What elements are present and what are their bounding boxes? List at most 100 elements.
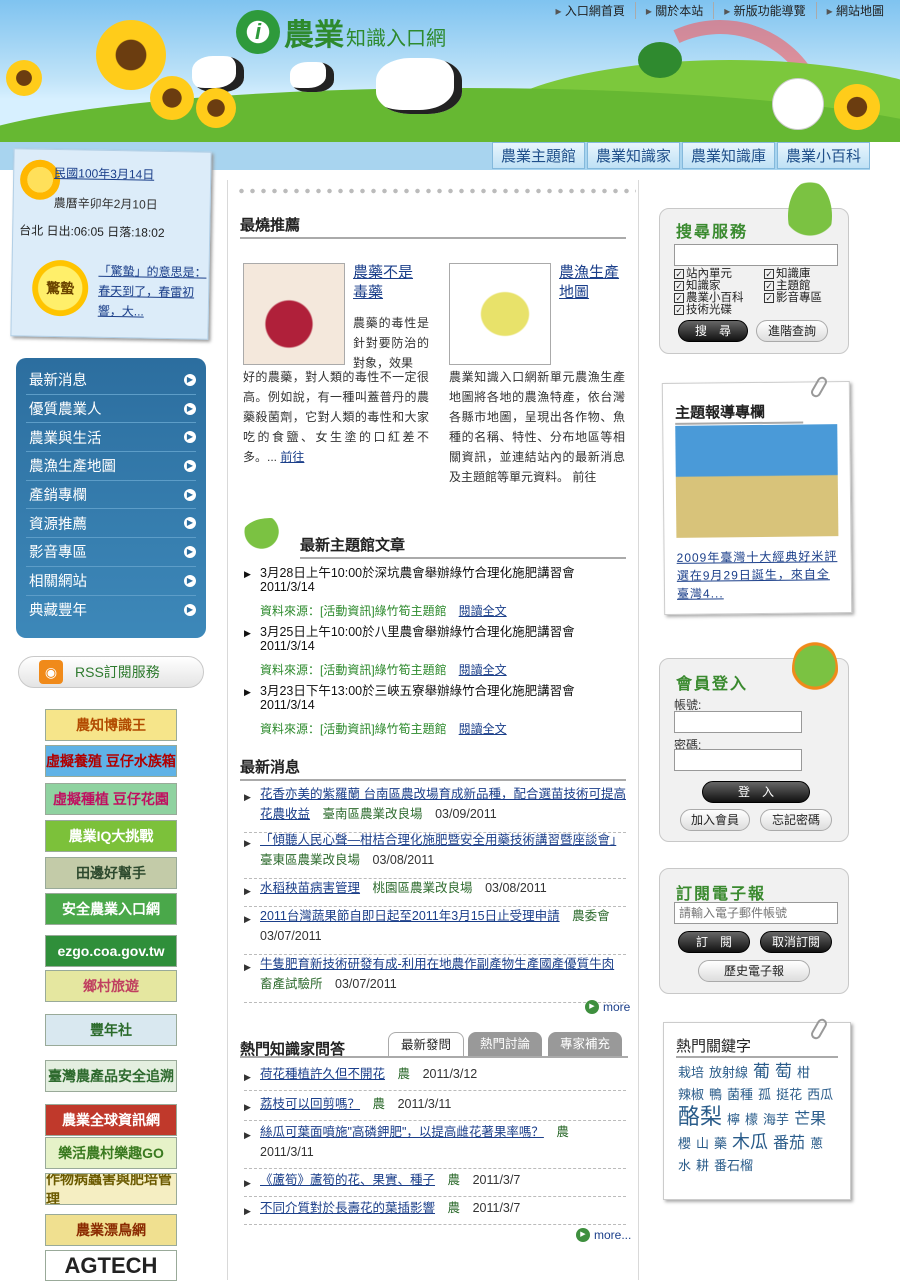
keyword-link[interactable]: 番茄 [773, 1133, 805, 1155]
keyword-link[interactable]: 櫻 [678, 1133, 691, 1155]
menu-item-related-sites[interactable]: 相關網站 ▶ [26, 567, 196, 596]
menu-item-archive[interactable]: 典藏豐年 ▶ [26, 596, 196, 625]
toplink-guide[interactable]: 新版功能導覽 [713, 2, 815, 19]
search-button[interactable]: 搜 尋 [678, 320, 748, 342]
theme-article-title[interactable]: 3月25日上午10:00於八里農會舉辦綠竹合理化施肥講習會 2011/3/14 [244, 625, 624, 653]
keyword-link[interactable]: 栽培 [678, 1062, 704, 1084]
search-option[interactable]: ✓ 主題館 [764, 280, 844, 292]
nav-tab-knowledge-base[interactable]: 農業知識庫 [681, 142, 775, 169]
keyword-link[interactable]: 木瓜 [732, 1131, 768, 1153]
feature-image[interactable] [675, 424, 839, 538]
banner-link[interactable]: 安全農業入口網 [45, 893, 177, 925]
keyword-link[interactable]: 番石榴 [714, 1155, 753, 1177]
banner-link[interactable]: 豐年社 [45, 1014, 177, 1046]
qa-more-link[interactable]: more... [576, 1228, 631, 1242]
hot-item-title[interactable]: 農藥不是毒藥 [353, 263, 423, 303]
unsubscribe-button[interactable]: 取消訂閱 [760, 931, 832, 953]
password-input[interactable] [674, 749, 802, 771]
solar-term-text[interactable]: 「驚蟄」的意思是：春天到了，春雷初響，大... [98, 261, 209, 323]
keyword-link[interactable]: 菌種 [727, 1084, 753, 1106]
banner-link[interactable]: 農知博識王 [45, 709, 177, 741]
keyword-link[interactable]: 水 [678, 1155, 691, 1177]
feature-caption-link[interactable]: 2009年臺灣十大經典好米評選在9月29日誕生，來自全臺灣4... [677, 547, 840, 603]
search-option[interactable]: ✓ 農業小百科 [674, 292, 764, 304]
news-title-link[interactable]: 牛隻肥育新技術研發有成-利用在地農作副產物生產國產優質牛肉 [260, 957, 614, 971]
keyword-link[interactable]: 孤 [758, 1084, 771, 1106]
nav-tab-encyclopedia[interactable]: 農業小百科 [776, 142, 870, 169]
site-logo[interactable]: i 農業 知識入口網 [236, 10, 446, 54]
search-option[interactable]: ✓ 影音專區 [764, 292, 844, 304]
advanced-search-button[interactable]: 進階查詢 [756, 320, 828, 342]
banner-link[interactable]: 樂活農村樂趣GO [45, 1137, 177, 1169]
news-more-link[interactable]: more [585, 1000, 630, 1014]
subscribe-button[interactable]: 訂 閱 [678, 931, 750, 953]
menu-item-video[interactable]: 影音專區 ▶ [26, 538, 196, 567]
keyword-link[interactable]: 挺花 [776, 1084, 802, 1106]
search-option[interactable]: ✓ 技術光碟 [674, 304, 764, 316]
join-member-button[interactable]: 加入會員 [680, 809, 750, 831]
tab-expert-supplements[interactable]: 專家補充 [548, 1032, 623, 1056]
search-option[interactable]: ✓ 知識家 [674, 280, 764, 292]
keyword-link[interactable]: 放射線 [709, 1062, 748, 1084]
news-title-link[interactable]: 「傾聽人民心聲—柑桔合理化施肥暨安全用藥技術講習暨座談會」 [260, 833, 616, 847]
pesticide-image[interactable] [243, 263, 345, 365]
theme-article-title[interactable]: 3月23日下午13:00於三峽五寮舉辦綠竹合理化施肥講習會 2011/3/14 [244, 684, 624, 712]
banner-link[interactable]: 虛擬種植 豆仔花園 [45, 783, 177, 815]
search-option[interactable]: ✓ 知識庫 [764, 268, 844, 280]
roc-date-link[interactable]: 民國100年3月14日 [54, 164, 154, 183]
banner-link[interactable]: 農業IQ大挑戰 [45, 820, 177, 852]
taiwan-map-image[interactable] [449, 263, 551, 365]
toplink-about[interactable]: 關於本站 [634, 2, 713, 19]
qa-title-link[interactable]: 不同介質對於長壽花的葉插影響 [260, 1201, 435, 1215]
menu-item-news[interactable]: 最新消息 ▶ [26, 366, 196, 395]
hot-item-title[interactable]: 農漁生產地圖 [559, 263, 629, 303]
keyword-link[interactable]: 萄 [775, 1061, 792, 1083]
keyword-link[interactable]: 辣椒 [678, 1084, 704, 1106]
menu-item-production-map[interactable]: 農漁生產地圖 ▶ [26, 452, 196, 481]
toplink-home[interactable]: 入口網首頁 [546, 2, 635, 19]
theme-article-title[interactable]: 3月28日上午10:00於深坑農會舉辦綠竹合理化施肥講習會 2011/3/14 [244, 566, 624, 594]
news-title-link[interactable]: 2011台灣蔬果節自即日起至2011年3月15日止受理申請 [260, 909, 560, 923]
nav-tab-knowledge-qa[interactable]: 農業知識家 [586, 142, 680, 169]
read-more-link[interactable]: 閱讀全文 [459, 604, 507, 618]
keyword-link[interactable]: 檬 [745, 1109, 758, 1131]
menu-item-agri-life[interactable]: 農業與生活 ▶ [26, 423, 196, 453]
rss-subscribe-button[interactable]: ◉ RSS訂閱服務 [18, 656, 204, 688]
keyword-link[interactable]: 檸 [727, 1109, 740, 1131]
qa-title-link[interactable]: 荔枝可以回剪嗎？ [260, 1097, 360, 1111]
keyword-link[interactable]: 海芋 [763, 1109, 789, 1131]
read-more-link[interactable]: 閱讀全文 [459, 722, 507, 736]
banner-link[interactable]: 鄉村旅遊 [45, 970, 177, 1002]
login-button[interactable]: 登 入 [702, 781, 810, 803]
banner-link[interactable]: 虛擬養殖 豆仔水族箱 [45, 745, 177, 777]
keyword-link[interactable]: 柑 [797, 1062, 810, 1084]
keyword-link[interactable]: 山 [696, 1133, 709, 1155]
banner-link[interactable]: AGTECH [45, 1250, 177, 1281]
search-option[interactable]: ✓ 站內單元 [674, 268, 764, 280]
keyword-link[interactable]: 芒果 [794, 1109, 826, 1131]
tab-latest-questions[interactable]: 最新發問 [388, 1032, 465, 1056]
banner-link[interactable]: 農業漂鳥網 [45, 1214, 177, 1246]
banner-link[interactable]: ezgo.coa.gov.tw [45, 935, 177, 967]
menu-item-quality-farmer[interactable]: 優質農業人 ▶ [26, 395, 196, 424]
banner-link[interactable]: 田邊好幫手 [45, 857, 177, 889]
qa-title-link[interactable]: 絲瓜可葉面噴施"高磷鉀肥"，以提高雌花著果率嗎？ [260, 1125, 544, 1139]
toplink-sitemap[interactable]: 網站地圖 [815, 2, 894, 19]
keyword-link[interactable]: 酪梨 [678, 1106, 722, 1128]
read-more-link[interactable]: 閱讀全文 [459, 663, 507, 677]
search-input[interactable] [674, 244, 838, 266]
hot-item-more-link[interactable]: 前往 [572, 470, 596, 484]
newsletter-history-button[interactable]: 歷史電子報 [698, 960, 810, 982]
newsletter-email-input[interactable] [674, 902, 838, 924]
menu-item-resources[interactable]: 資源推薦 ▶ [26, 509, 196, 539]
qa-title-link[interactable]: 荷花種植許久但不開花 [260, 1067, 385, 1081]
menu-item-marketing[interactable]: 產銷專欄 ▶ [26, 481, 196, 510]
keyword-link[interactable]: 藥 [714, 1133, 727, 1155]
account-input[interactable] [674, 711, 802, 733]
hot-item-more-link[interactable]: 前往 [280, 450, 304, 464]
keyword-link[interactable]: 西瓜 [807, 1084, 833, 1106]
keyword-link[interactable]: 鴨 [709, 1084, 722, 1106]
keyword-link[interactable]: 耕 [696, 1155, 709, 1177]
nav-tab-theme[interactable]: 農業主題館 [491, 142, 585, 169]
forgot-password-button[interactable]: 忘記密碼 [760, 809, 832, 831]
